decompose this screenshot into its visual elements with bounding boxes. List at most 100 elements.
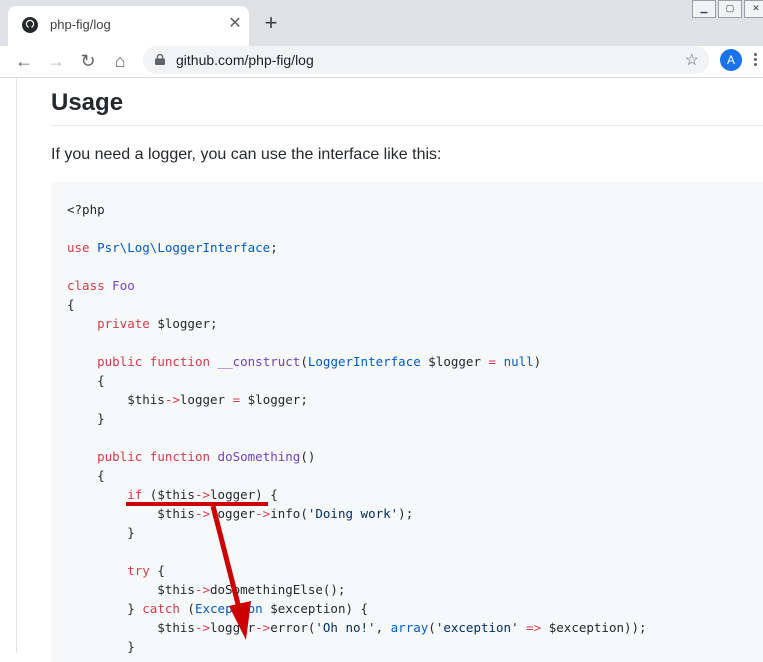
code-token: use — [67, 240, 90, 255]
code-token: public — [97, 449, 143, 464]
code-line: $this->logger->info('Doing work'); — [67, 504, 647, 523]
divider — [51, 125, 763, 126]
code-token: private — [97, 316, 150, 331]
code-token: , — [375, 620, 391, 635]
lock-icon — [155, 54, 165, 65]
code-token: { — [67, 468, 105, 483]
code-token: function — [149, 449, 211, 464]
code-line: $this->logger = $logger; — [67, 390, 647, 409]
reload-icon[interactable]: ↻ — [76, 49, 100, 73]
code-token: __construct — [217, 354, 301, 369]
code-token: public — [97, 354, 143, 369]
code-token: 'Oh no!' — [315, 620, 376, 635]
code-token: class — [67, 278, 105, 293]
star-icon[interactable]: ☆ — [685, 50, 699, 70]
code-token: ($this — [142, 487, 195, 502]
page-content: Usage If you need a logger, you can use … — [0, 78, 763, 662]
avatar[interactable]: A — [720, 49, 742, 71]
code-token: $logger — [420, 354, 489, 369]
intro-text: If you need a logger, you can use the in… — [51, 146, 442, 163]
code-line: if ($this->logger) { — [67, 485, 647, 504]
code-token: $this — [67, 506, 195, 521]
code-token: logger — [210, 620, 256, 635]
window-close-icon[interactable]: ✕ — [744, 0, 763, 18]
code-token: $exception) { — [262, 601, 369, 616]
code-line: class Foo — [67, 276, 647, 295]
code-token: -> — [194, 487, 211, 502]
code-token: Exception — [194, 601, 263, 616]
tab-title: php-fig/log — [50, 17, 111, 32]
code-token: <?php — [67, 202, 105, 217]
code-line: use Psr\Log\LoggerInterface; — [67, 238, 647, 257]
code-token: { — [67, 373, 105, 388]
code-token: } — [67, 525, 135, 540]
code-token: $this — [67, 582, 195, 597]
code-token: catch — [142, 601, 180, 616]
code-line: $this->doSomethingElse(); — [67, 580, 647, 599]
close-icon[interactable]: ✕ — [226, 15, 244, 33]
code-token: -> — [194, 620, 210, 635]
back-arrow-icon[interactable]: ← — [12, 49, 36, 73]
section-heading: Usage — [51, 89, 124, 116]
code-token: } — [67, 411, 105, 426]
code-token: $logger; — [240, 392, 308, 407]
code-line: try { — [67, 561, 647, 580]
code-token: -> — [194, 582, 210, 597]
code-token: ( — [428, 620, 436, 635]
code-token: -> — [255, 620, 271, 635]
github-icon — [22, 17, 38, 33]
code-token: Foo — [112, 278, 135, 293]
menu-icon[interactable] — [752, 51, 758, 69]
code-line: { — [67, 371, 647, 390]
code-token: 'exception' — [435, 620, 519, 635]
minimize-icon[interactable]: ▁ — [692, 0, 716, 18]
code-token: ( — [300, 354, 308, 369]
code-line: { — [67, 466, 647, 485]
code-token: { — [149, 563, 165, 578]
code-token: } — [67, 639, 135, 654]
restore-icon[interactable]: ▢ — [718, 0, 742, 18]
code-line: public function __construct(LoggerInterf… — [67, 352, 647, 371]
code-token: } — [67, 601, 143, 616]
code-token: logger — [179, 392, 233, 407]
code-token: = — [232, 392, 241, 407]
code-token: logger — [210, 506, 256, 521]
code-token: $exception)); — [541, 620, 647, 635]
code-line: { — [67, 295, 647, 314]
forward-arrow-icon[interactable]: → — [44, 49, 68, 73]
browser-toolbar: ← → ↻ ⌂ github.com/php-fig/log ☆ A — [0, 46, 763, 78]
home-icon[interactable]: ⌂ — [108, 49, 132, 73]
code-line: } — [67, 637, 647, 656]
code-token: ( — [179, 601, 195, 616]
code-token: -> — [194, 506, 210, 521]
code-token: 'Doing work' — [307, 506, 399, 521]
code-line: $this->logger->error('Oh no!', array('ex… — [67, 618, 647, 637]
code-token: () — [300, 449, 316, 464]
code-lines: <?php use Psr\Log\LoggerInterface; class F… — [67, 200, 647, 656]
plus-icon[interactable]: + — [260, 12, 282, 34]
tab-strip: php-fig/log ✕ + ▁ ▢ ✕ — [0, 0, 763, 46]
code-token: { — [67, 297, 75, 312]
code-token: ; — [270, 240, 278, 255]
code-block: <?php use Psr\Log\LoggerInterface; class F… — [51, 182, 763, 662]
code-token: LoggerInterface — [307, 354, 421, 369]
code-token: doSomething — [217, 449, 301, 464]
code-token: -> — [255, 506, 271, 521]
address-bar[interactable]: github.com/php-fig/log ☆ — [143, 46, 709, 74]
tab-php-fig-log[interactable]: php-fig/log ✕ — [8, 6, 249, 46]
code-token: ); — [398, 506, 414, 521]
code-line: <?php — [67, 200, 647, 219]
code-token: logger) { — [210, 487, 278, 502]
url-text[interactable]: github.com/php-fig/log — [176, 52, 314, 68]
code-token: try — [127, 563, 150, 578]
code-token: info( — [270, 506, 308, 521]
